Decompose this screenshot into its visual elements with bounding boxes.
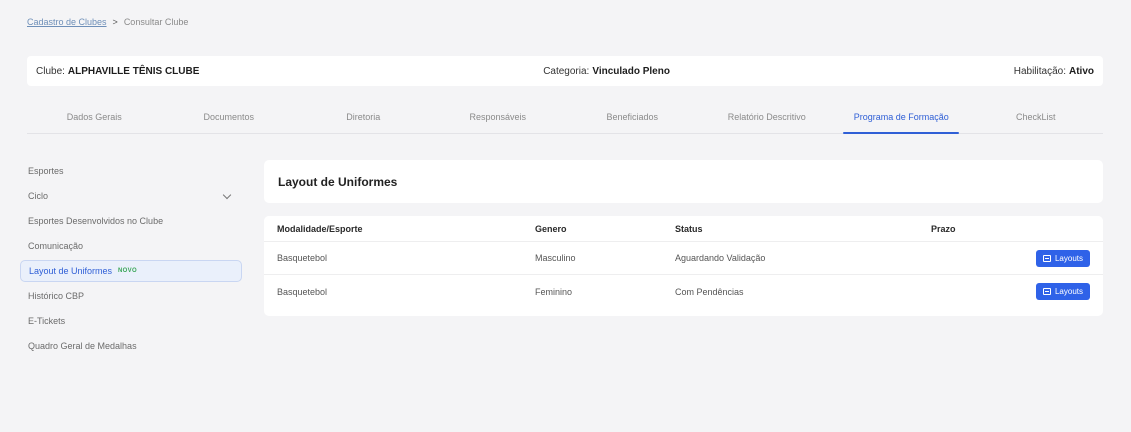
tab-documentos[interactable]: Documentos xyxy=(162,101,297,133)
page-title: Layout de Uniformes xyxy=(278,174,398,189)
habilitacao-label: Habilitação: xyxy=(1013,65,1066,77)
sidebar-item-label: Esportes Desenvolvidos no Clube xyxy=(28,216,164,226)
sidebar-item-esportes[interactable]: Esportes xyxy=(20,160,242,182)
club-label: Clube: xyxy=(36,65,65,77)
category-value: Vinculado Pleno xyxy=(592,65,670,77)
layouts-button[interactable]: Layouts xyxy=(1035,249,1090,267)
club-info-bar: Clube: ALPHAVILLE TÊNIS CLUBE Categoria:… xyxy=(27,56,1103,86)
breadcrumb-separator: > xyxy=(112,17,118,27)
breadcrumb-current: Consultar Clube xyxy=(123,17,189,27)
cell-sport: Basquetebol xyxy=(277,253,328,263)
cell-status: Aguardando Validação xyxy=(675,253,766,263)
category-label: Categoria: xyxy=(543,65,590,77)
sidebar-item-label: Comunicação xyxy=(28,241,84,251)
sidebar-item-layout-uniformes[interactable]: Layout de Uniformes NOVO xyxy=(20,260,242,282)
club-name: ALPHAVILLE TÊNIS CLUBE xyxy=(67,65,200,77)
tab-programa-formacao[interactable]: Programa de Formação xyxy=(834,101,969,134)
new-badge: NOVO xyxy=(118,268,137,274)
uniform-layout-table: Modalidade/Esporte Genero Status Prazo B… xyxy=(264,216,1103,316)
sidebar-item-content: Layout de Uniformes NOVO xyxy=(29,266,137,276)
sidebar: Esportes Ciclo Esportes Desenvolvidos no… xyxy=(20,160,242,360)
layouts-button[interactable]: Layouts xyxy=(1035,283,1090,300)
layout-icon xyxy=(1042,254,1051,262)
sidebar-item-label: Histórico CBP xyxy=(28,291,85,301)
sidebar-item-label: E-Tickets xyxy=(28,316,66,326)
category-field: Categoria: Vinculado Pleno xyxy=(459,66,776,77)
column-header-prazo: Prazo xyxy=(931,223,956,234)
tab-beneficiados[interactable]: Beneficiados xyxy=(565,101,700,133)
cell-gender: Masculino xyxy=(535,253,576,263)
sidebar-item-esportes-desenvolvidos[interactable]: Esportes Desenvolvidos no Clube xyxy=(20,210,242,232)
column-header-genero: Genero xyxy=(535,223,567,234)
club-name-field: Clube: ALPHAVILLE TÊNIS CLUBE xyxy=(36,66,459,77)
sidebar-item-comunicacao[interactable]: Comunicação xyxy=(20,235,242,257)
cell-sport: Basquetebol xyxy=(277,286,328,297)
habilitacao-field: Habilitação: Ativo xyxy=(777,66,1094,77)
tab-dados-gerais[interactable]: Dados Gerais xyxy=(27,101,162,133)
breadcrumb: Cadastro de Clubes > Consultar Clube xyxy=(27,17,188,27)
tab-bar: Dados Gerais Documentos Diretoria Respon… xyxy=(27,101,1103,134)
sidebar-item-label: Quadro Geral de Medalhas xyxy=(28,341,137,351)
cell-actions: Layouts xyxy=(1031,249,1090,267)
sidebar-item-label: Layout de Uniformes xyxy=(29,266,113,276)
habilitacao-value: Ativo xyxy=(1069,65,1094,77)
table-row: Basquetebol Feminino Com Pendências Layo… xyxy=(264,275,1103,308)
sidebar-item-ciclo[interactable]: Ciclo xyxy=(20,185,242,207)
section-title-card: Layout de Uniformes xyxy=(264,160,1103,203)
sidebar-item-quadro-medalhas[interactable]: Quadro Geral de Medalhas xyxy=(20,335,242,357)
cell-status: Com Pendências xyxy=(675,286,744,297)
tab-relatorio-descritivo[interactable]: Relatório Descritivo xyxy=(700,101,835,133)
tab-checklist[interactable]: CheckList xyxy=(969,101,1104,133)
tab-diretoria[interactable]: Diretoria xyxy=(296,101,431,133)
column-header-modalidade: Modalidade/Esporte xyxy=(277,223,363,234)
tab-responsaveis[interactable]: Responsáveis xyxy=(431,101,566,133)
page: Cadastro de Clubes > Consultar Clube Clu… xyxy=(0,0,1131,432)
sidebar-item-e-tickets[interactable]: E-Tickets xyxy=(20,310,242,332)
cell-gender: Feminino xyxy=(535,286,573,297)
table-row: Basquetebol Masculino Aguardando Validaç… xyxy=(264,242,1103,275)
layouts-button-label: Layouts xyxy=(1054,287,1083,296)
layouts-button-label: Layouts xyxy=(1054,253,1083,263)
table-header-row: Modalidade/Esporte Genero Status Prazo xyxy=(264,216,1103,242)
sidebar-item-label: Esportes xyxy=(28,166,64,176)
sidebar-item-historico-cbp[interactable]: Histórico CBP xyxy=(20,285,242,307)
layout-icon xyxy=(1042,288,1051,295)
cell-actions: Layouts xyxy=(1031,283,1090,300)
breadcrumb-link-cadastro-clubes[interactable]: Cadastro de Clubes xyxy=(27,17,107,27)
column-header-status: Status xyxy=(675,223,703,234)
sidebar-item-label: Ciclo xyxy=(28,191,49,201)
chevron-down-icon xyxy=(222,190,232,199)
